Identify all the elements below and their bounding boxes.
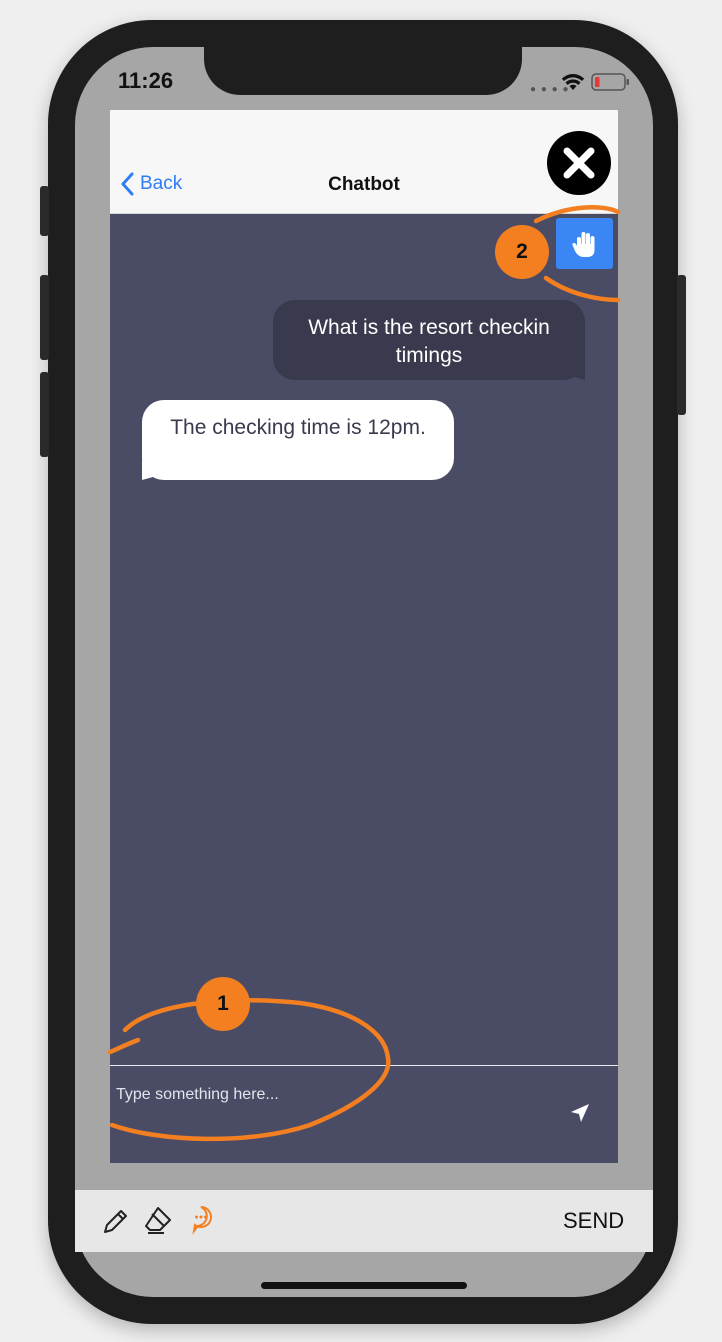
send-button[interactable]: SEND bbox=[563, 1208, 624, 1234]
user-message-bubble: What is the resort checkin timings bbox=[273, 300, 585, 380]
power-button bbox=[677, 275, 686, 415]
annotation-marker-2: 2 bbox=[495, 225, 549, 279]
stop-hand-button[interactable] bbox=[556, 218, 613, 269]
message-input[interactable] bbox=[110, 1078, 562, 1112]
bot-bubble-tail bbox=[142, 460, 164, 480]
battery-low-icon bbox=[591, 73, 629, 91]
speech-bubble-icon[interactable] bbox=[187, 1204, 215, 1236]
volume-up-button bbox=[40, 275, 49, 360]
send-icon[interactable] bbox=[568, 1101, 592, 1125]
eraser-icon[interactable] bbox=[142, 1204, 174, 1236]
silent-switch bbox=[40, 186, 49, 236]
navigation-bar: Back Chatbot bbox=[110, 110, 618, 214]
notch bbox=[204, 47, 522, 95]
status-time: 11:26 bbox=[118, 68, 174, 93]
hand-icon bbox=[571, 231, 594, 257]
user-bubble-tail bbox=[565, 360, 585, 380]
page-title: Chatbot bbox=[328, 174, 400, 195]
bot-message-bubble: The checking time is 12pm. bbox=[142, 400, 454, 480]
annotation-marker-1: 1 bbox=[196, 977, 250, 1031]
pencil-icon[interactable] bbox=[101, 1206, 131, 1236]
close-icon bbox=[563, 147, 595, 179]
close-button[interactable] bbox=[547, 131, 611, 195]
wifi-icon bbox=[561, 74, 585, 90]
volume-down-button bbox=[40, 372, 49, 457]
composer-divider bbox=[110, 1065, 618, 1066]
markup-toolbar: SEND bbox=[75, 1190, 653, 1252]
home-indicator[interactable] bbox=[261, 1282, 467, 1289]
